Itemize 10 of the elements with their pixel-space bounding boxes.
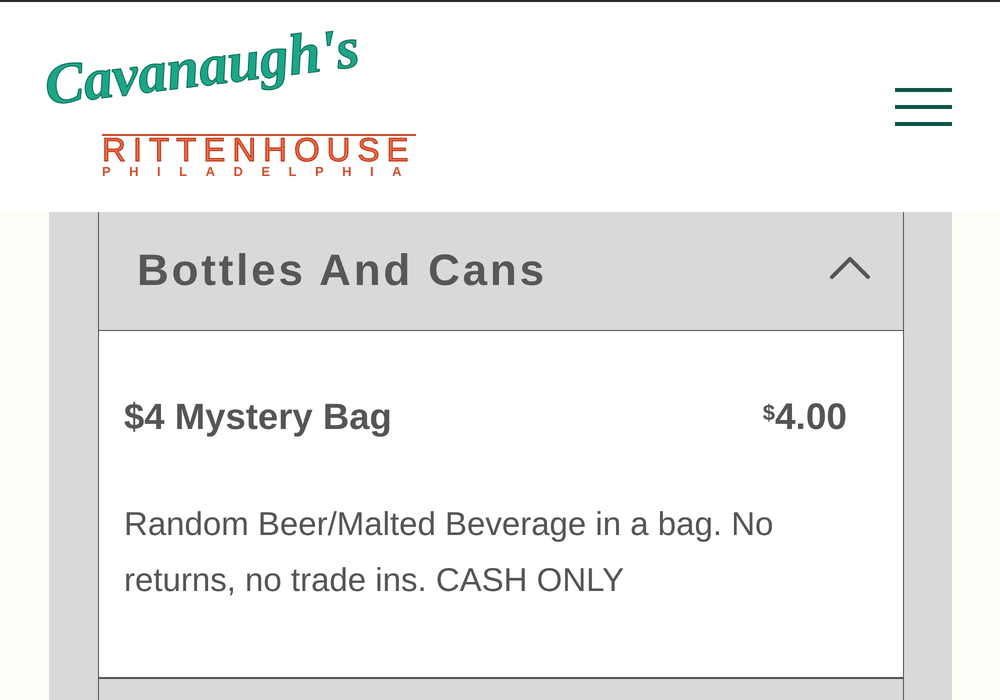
- item-description: Random Beer/Malted Beverage in a bag. No returns, no trade ins. CASH ONLY: [124, 504, 774, 600]
- chevron-up-icon: [829, 254, 871, 280]
- logo-city-text: PHILADELPHIA: [102, 164, 420, 180]
- logo-name-text: RITTENHOUSE: [102, 134, 416, 164]
- logo-script-text: Cavanaugh's: [40, 14, 364, 120]
- item-name: $4 Mystery Bag: [124, 395, 392, 439]
- menu-icon[interactable]: [895, 88, 952, 126]
- accordion-header[interactable]: [98, 678, 904, 700]
- section-title: Bottles And Cans: [137, 246, 547, 296]
- item-price: $^{$}$4.00: [762, 395, 847, 439]
